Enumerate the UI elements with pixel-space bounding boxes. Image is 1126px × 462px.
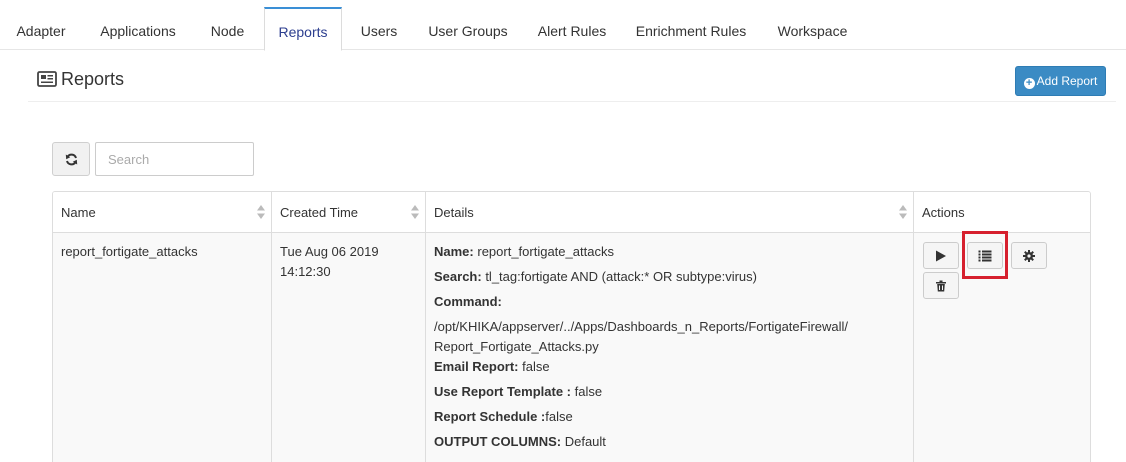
tab-node[interactable]: Node <box>199 7 256 50</box>
trash-icon <box>936 280 946 291</box>
sort-icon <box>899 205 907 219</box>
delete-report-button[interactable] <box>923 272 959 299</box>
detail-output-columns: OUTPUT COLUMNS: Default <box>434 434 606 449</box>
plus-circle-icon: + <box>1023 78 1035 89</box>
sort-icon <box>257 205 265 219</box>
add-report-label: Add Report <box>1036 74 1098 88</box>
sort-icon <box>411 205 419 219</box>
tab-enrichment-rules[interactable]: Enrichment Rules <box>629 7 753 50</box>
reports-table: Name report_fortigate_attacks Created Ti… <box>52 191 1091 462</box>
created-date: Tue Aug 06 2019 <box>280 244 379 259</box>
newspaper-icon <box>37 71 57 87</box>
detail-email-label: Email Report: <box>434 359 519 374</box>
detail-email-value: false <box>518 359 550 374</box>
gear-icon <box>1023 249 1035 262</box>
add-report-button[interactable]: + Add Report <box>1015 66 1106 96</box>
cell-name: report_fortigate_attacks <box>53 233 271 462</box>
detail-template-label: Use Report Template : <box>434 384 572 399</box>
detail-command-path-1: /opt/KHIKA/appserver/../Apps/Dashboards_… <box>434 319 849 334</box>
detail-name-label: Name: <box>434 244 474 259</box>
refresh-icon <box>65 153 78 166</box>
detail-search-value: tl_tag:fortigate AND (attack:* OR subtyp… <box>481 269 757 284</box>
detail-schedule-label: Report Schedule : <box>434 409 546 424</box>
detail-template: Use Report Template : false <box>434 384 602 399</box>
play-icon <box>936 250 946 261</box>
detail-search-label: Search: <box>434 269 482 284</box>
tab-users[interactable]: Users <box>351 7 407 50</box>
column-details: Details Name: report_fortigate_attacks S… <box>426 192 914 462</box>
header-created-time-label: Created Time <box>280 205 359 220</box>
report-name: report_fortigate_attacks <box>61 244 198 259</box>
detail-command-label: Command: <box>434 294 502 309</box>
column-created-time: Created Time Tue Aug 06 2019 14:12:30 <box>272 192 426 462</box>
tab-reports[interactable]: Reports <box>264 7 342 51</box>
detail-name-value: report_fortigate_attacks <box>473 244 614 259</box>
detail-template-value: false <box>571 384 603 399</box>
header-name[interactable]: Name <box>53 192 271 233</box>
header-details-label: Details <box>434 205 474 220</box>
run-report-button[interactable] <box>923 242 959 269</box>
report-settings-button[interactable] <box>1011 242 1047 269</box>
search-input[interactable] <box>95 142 254 176</box>
detail-command-path-2: Report_Fortigate_Attacks.py <box>434 339 599 354</box>
detail-schedule: Report Schedule :false <box>434 409 573 424</box>
nav-tabs: Adapter Applications Node Reports Users … <box>0 0 1126 51</box>
detail-output-value: Default <box>561 434 606 449</box>
cell-created-time: Tue Aug 06 2019 14:12:30 <box>272 233 425 462</box>
tab-user-groups[interactable]: User Groups <box>419 7 517 50</box>
header-actions: Actions <box>914 192 1090 233</box>
detail-search: Search: tl_tag:fortigate AND (attack:* O… <box>434 269 757 284</box>
page-title: Reports <box>61 69 125 89</box>
tab-alert-rules[interactable]: Alert Rules <box>528 7 616 50</box>
refresh-button[interactable] <box>52 142 90 176</box>
detail-name: Name: report_fortigate_attacks <box>434 244 614 259</box>
header-actions-label: Actions <box>922 205 965 220</box>
header-name-label: Name <box>61 205 96 220</box>
detail-schedule-value: false <box>545 409 573 424</box>
header-created-time[interactable]: Created Time <box>272 192 425 233</box>
detail-output-label: OUTPUT COLUMNS: <box>434 434 562 449</box>
detail-email: Email Report: false <box>434 359 550 374</box>
column-name: Name report_fortigate_attacks <box>53 192 272 462</box>
tab-adapter[interactable]: Adapter <box>5 7 77 50</box>
created-time: 14:12:30 <box>280 264 331 279</box>
tab-applications[interactable]: Applications <box>88 7 188 50</box>
header-details[interactable]: Details <box>426 192 913 233</box>
detail-command: Command: <box>434 294 502 309</box>
page-header: Reports + Add Report <box>28 60 1116 102</box>
highlight-box <box>962 231 1008 279</box>
tab-workspace[interactable]: Workspace <box>767 7 858 50</box>
cell-details: Name: report_fortigate_attacks Search: t… <box>426 233 913 462</box>
